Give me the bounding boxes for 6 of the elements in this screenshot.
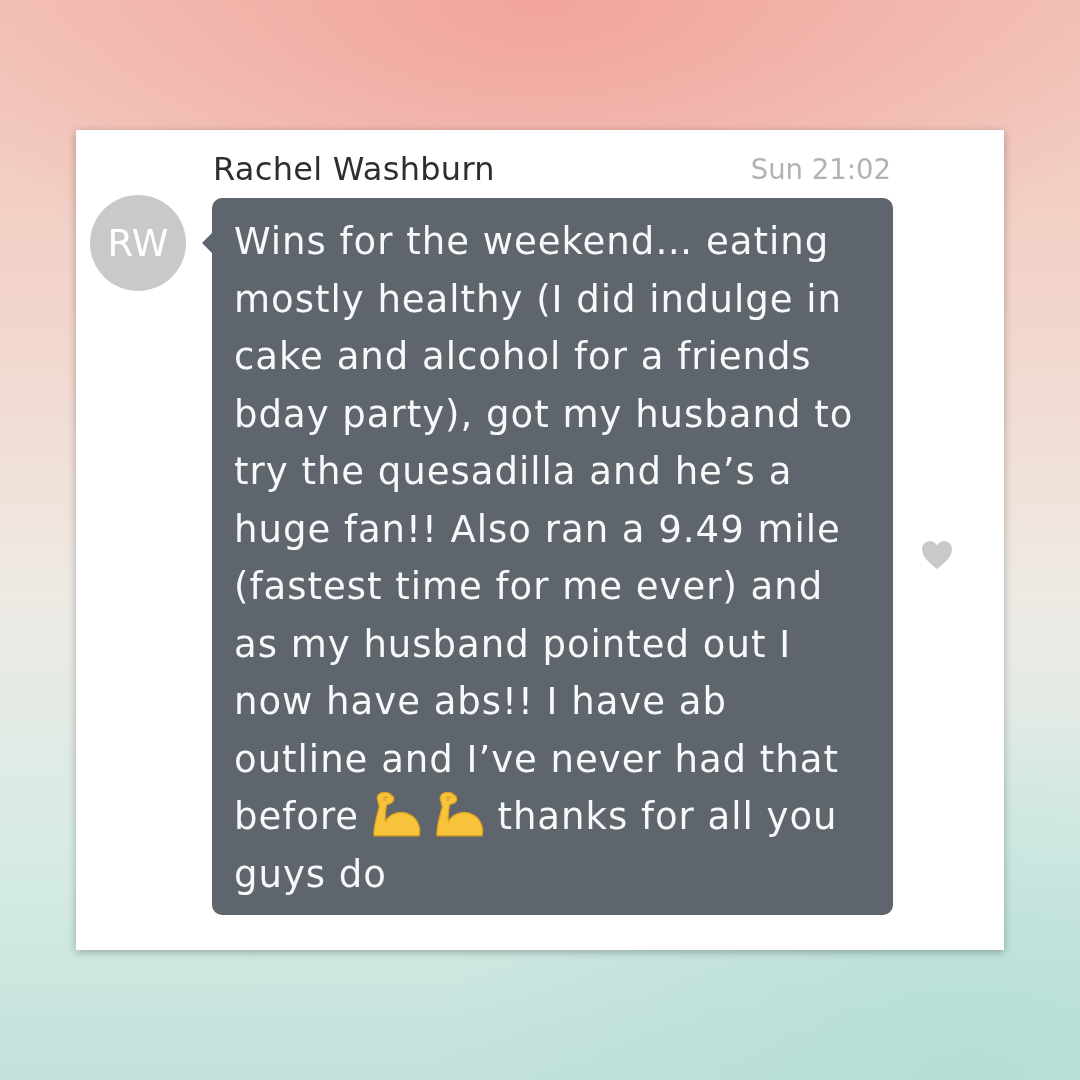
- flexed-biceps-icon: [371, 791, 422, 838]
- message-time: Sun 21:02: [750, 153, 891, 185]
- heart-icon[interactable]: [921, 539, 953, 570]
- message-text: Wins for the weekend… eating mostly healthy (I did indulge in cake and alcohol for a friends bday party), got my husband to try the quesadilla and he’s a huge fan!! Also ran a 9.49 mile (fastest time for me ever) and as my husband pointed out I now have abs!! I have ab outline and I’ve never had that before thanks for all you guys do: [234, 219, 855, 898]
- flexed-biceps-icon: [434, 791, 485, 838]
- sender-name: Rachel Washburn: [213, 150, 495, 188]
